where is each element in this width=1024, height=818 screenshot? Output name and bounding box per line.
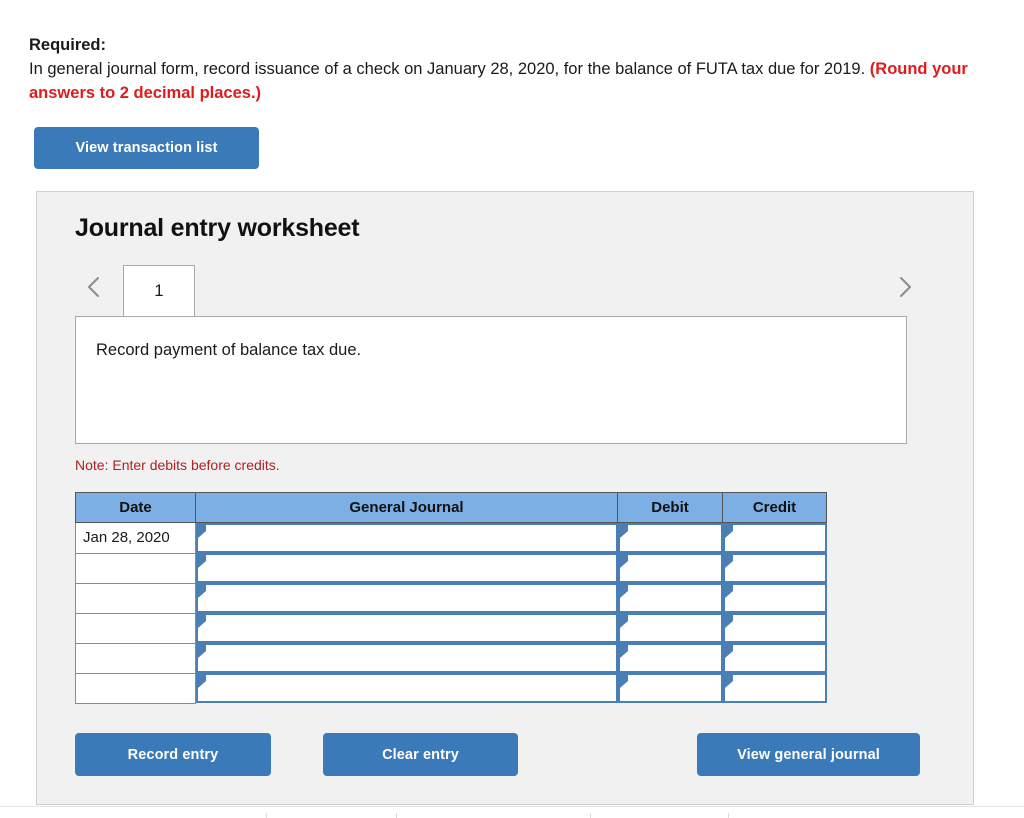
debits-before-credits-note: Note: Enter debits before credits.	[75, 457, 280, 473]
general-journal-cell	[196, 553, 618, 583]
general-journal-input[interactable]	[196, 643, 618, 673]
table-body: Jan 28, 2020	[75, 522, 827, 704]
table-row	[75, 612, 827, 644]
column-header-debit: Debit	[617, 492, 723, 523]
journal-entry-worksheet-panel: Journal entry worksheet 1 Record payment…	[36, 191, 974, 805]
table-header-row: Date General Journal Debit Credit	[75, 492, 827, 523]
view-transaction-list-button[interactable]: View transaction list	[34, 127, 259, 169]
column-header-general-journal: General Journal	[195, 492, 618, 523]
general-journal-cell	[196, 613, 618, 643]
date-cell[interactable]	[75, 552, 196, 584]
chevron-right-icon[interactable]	[890, 270, 920, 304]
debit-input[interactable]	[617, 553, 723, 583]
debit-cell	[617, 523, 723, 553]
debit-cell	[617, 673, 723, 703]
bottom-divider	[0, 806, 1024, 807]
table-row: Jan 28, 2020	[75, 522, 827, 554]
credit-input[interactable]	[722, 673, 827, 703]
general-journal-input[interactable]	[196, 613, 618, 643]
debit-cell	[617, 553, 723, 583]
required-body-text: In general journal form, record issuance…	[29, 59, 870, 78]
debit-input[interactable]	[617, 643, 723, 673]
entry-description-text: Record payment of balance tax due.	[96, 341, 362, 359]
general-journal-input[interactable]	[196, 553, 618, 583]
general-journal-cell	[196, 523, 618, 553]
credit-input[interactable]	[722, 523, 827, 553]
debit-input[interactable]	[617, 583, 723, 613]
general-journal-cell	[196, 673, 618, 703]
table-row	[75, 582, 827, 614]
general-journal-input[interactable]	[196, 583, 618, 613]
required-body: In general journal form, record issuance…	[29, 58, 1007, 106]
date-cell[interactable]	[75, 642, 196, 674]
date-cell[interactable]	[75, 582, 196, 614]
date-cell[interactable]	[75, 612, 196, 644]
credit-cell	[722, 523, 827, 553]
date-cell[interactable]: Jan 28, 2020	[75, 522, 196, 554]
general-journal-cell	[196, 583, 618, 613]
table-row	[75, 552, 827, 584]
credit-cell	[722, 673, 827, 703]
credit-input[interactable]	[722, 643, 827, 673]
required-prompt: Required: In general journal form, recor…	[29, 34, 1007, 106]
worksheet-tab-1-label: 1	[154, 282, 164, 300]
worksheet-actions: Record entry Clear entry View general jo…	[37, 733, 973, 777]
debit-input[interactable]	[617, 613, 723, 643]
entry-description-box: Record payment of balance tax due.	[75, 316, 907, 444]
table-row	[75, 672, 827, 704]
worksheet-tabstrip: 1	[37, 257, 973, 317]
credit-input[interactable]	[722, 553, 827, 583]
debit-input[interactable]	[617, 673, 723, 703]
debit-cell	[617, 643, 723, 673]
column-header-date: Date	[75, 492, 196, 523]
general-journal-cell	[196, 643, 618, 673]
credit-cell	[722, 643, 827, 673]
credit-input[interactable]	[722, 583, 827, 613]
clear-entry-button[interactable]: Clear entry	[323, 733, 518, 776]
table-row	[75, 642, 827, 674]
credit-cell	[722, 583, 827, 613]
required-label: Required:	[29, 36, 107, 54]
credit-cell	[722, 613, 827, 643]
general-journal-table: Date General Journal Debit Credit Jan 28…	[75, 492, 827, 704]
bottom-partial-content	[0, 813, 1024, 818]
credit-cell	[722, 553, 827, 583]
debit-cell	[617, 613, 723, 643]
page-title: Journal entry worksheet	[75, 214, 360, 242]
debit-cell	[617, 583, 723, 613]
credit-input[interactable]	[722, 613, 827, 643]
general-journal-input[interactable]	[196, 673, 618, 703]
chevron-left-icon[interactable]	[79, 270, 109, 304]
debit-input[interactable]	[617, 523, 723, 553]
view-general-journal-button[interactable]: View general journal	[697, 733, 920, 776]
record-entry-button[interactable]: Record entry	[75, 733, 271, 776]
worksheet-tab-1[interactable]: 1	[123, 265, 195, 317]
general-journal-input[interactable]	[196, 523, 618, 553]
column-header-credit: Credit	[722, 492, 827, 523]
date-cell[interactable]	[75, 672, 196, 704]
